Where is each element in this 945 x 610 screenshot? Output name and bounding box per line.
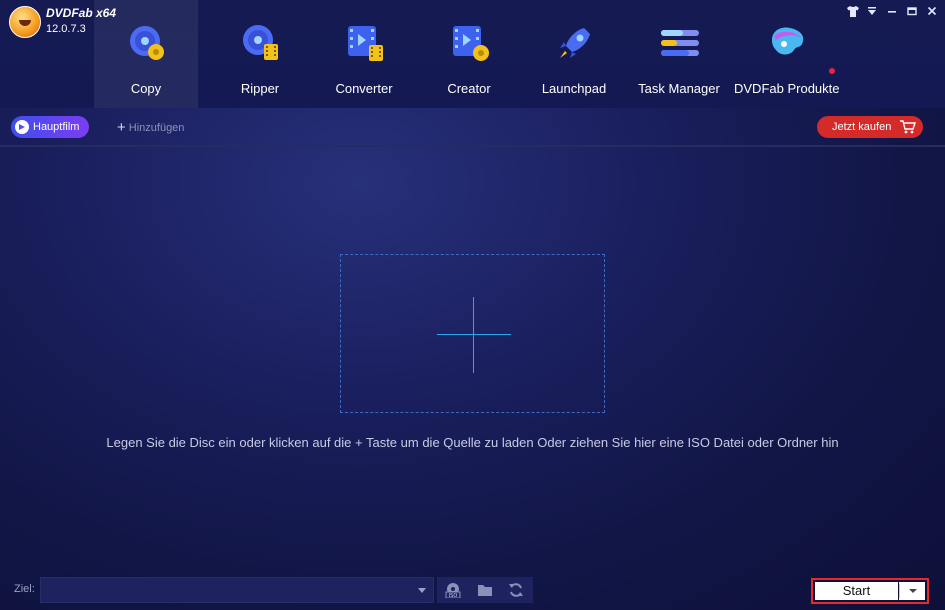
nav-creator-label: Creator	[447, 81, 491, 96]
products-icon	[772, 27, 804, 55]
film-converter-icon	[348, 26, 383, 61]
buy-now-label: Jetzt kaufen	[832, 121, 892, 133]
nav-task-manager-label: Task Manager	[638, 81, 720, 96]
close-icon[interactable]	[924, 6, 940, 19]
add-button[interactable]: + Hinzufügen	[117, 119, 184, 136]
nav-launchpad-label: Launchpad	[541, 81, 607, 96]
drop-hint-text: Legen Sie die Disc ein oder klicken auf …	[106, 435, 839, 450]
nav-converter[interactable]: Converter	[312, 0, 416, 108]
notification-dot	[829, 68, 835, 74]
target-path-select[interactable]	[40, 577, 434, 603]
nav-copy-label: Copy	[130, 81, 162, 96]
app-version: 12.0.7.3	[46, 23, 86, 35]
minimize-icon[interactable]	[884, 6, 900, 19]
add-button-label: Hinzufügen	[128, 122, 185, 134]
task-list-icon	[661, 30, 699, 56]
nav-dvdfab-products[interactable]: DVDFab Produkte	[734, 0, 840, 108]
nav-copy[interactable]: Copy	[94, 0, 198, 108]
start-button-group: Start	[811, 578, 929, 604]
top-navigation-bar: DVDFab x64 12.0.7.3 Copy Ripper Converte…	[0, 0, 945, 108]
dvdfab-logo-icon	[9, 6, 41, 38]
nav-ripper-label: Ripper	[240, 81, 280, 96]
nav-task-manager[interactable]: Task Manager	[627, 0, 731, 108]
main-movie-label: Hauptfilm	[33, 121, 80, 133]
buy-now-button[interactable]: Jetzt kaufen	[817, 116, 923, 138]
menu-dropdown-icon[interactable]	[864, 6, 880, 19]
chevron-down-icon	[418, 588, 426, 593]
main-movie-button[interactable]: Hauptfilm	[11, 116, 89, 138]
nav-creator[interactable]: Creator	[417, 0, 521, 108]
target-label: Ziel:	[14, 583, 35, 595]
play-circle-icon	[15, 120, 29, 134]
plus-icon: +	[117, 119, 126, 136]
start-options-dropdown[interactable]	[899, 582, 925, 600]
toolbar-divider	[0, 145, 945, 147]
cart-icon	[900, 120, 916, 134]
chevron-down-icon	[909, 589, 917, 593]
target-tools: ISO	[437, 577, 533, 603]
disc-copy-icon	[130, 26, 164, 60]
refresh-icon[interactable]	[508, 582, 524, 598]
iso-icon[interactable]: ISO	[445, 582, 461, 598]
source-drop-zone[interactable]	[340, 254, 605, 413]
nav-dvdfab-products-label: DVDFab Produkte	[734, 81, 840, 96]
nav-ripper[interactable]: Ripper	[208, 0, 312, 108]
start-button[interactable]: Start	[815, 582, 898, 600]
rocket-icon	[560, 28, 590, 58]
nav-converter-label: Converter	[335, 81, 393, 96]
film-creator-icon	[453, 26, 489, 61]
skin-shirt-icon[interactable]	[845, 6, 861, 20]
add-source-plus-icon	[437, 334, 511, 335]
maximize-icon[interactable]	[904, 6, 920, 19]
folder-icon[interactable]	[477, 582, 493, 598]
svg-text:ISO: ISO	[449, 593, 458, 598]
disc-ripper-icon	[243, 25, 278, 60]
nav-launchpad[interactable]: Launchpad	[522, 0, 626, 108]
